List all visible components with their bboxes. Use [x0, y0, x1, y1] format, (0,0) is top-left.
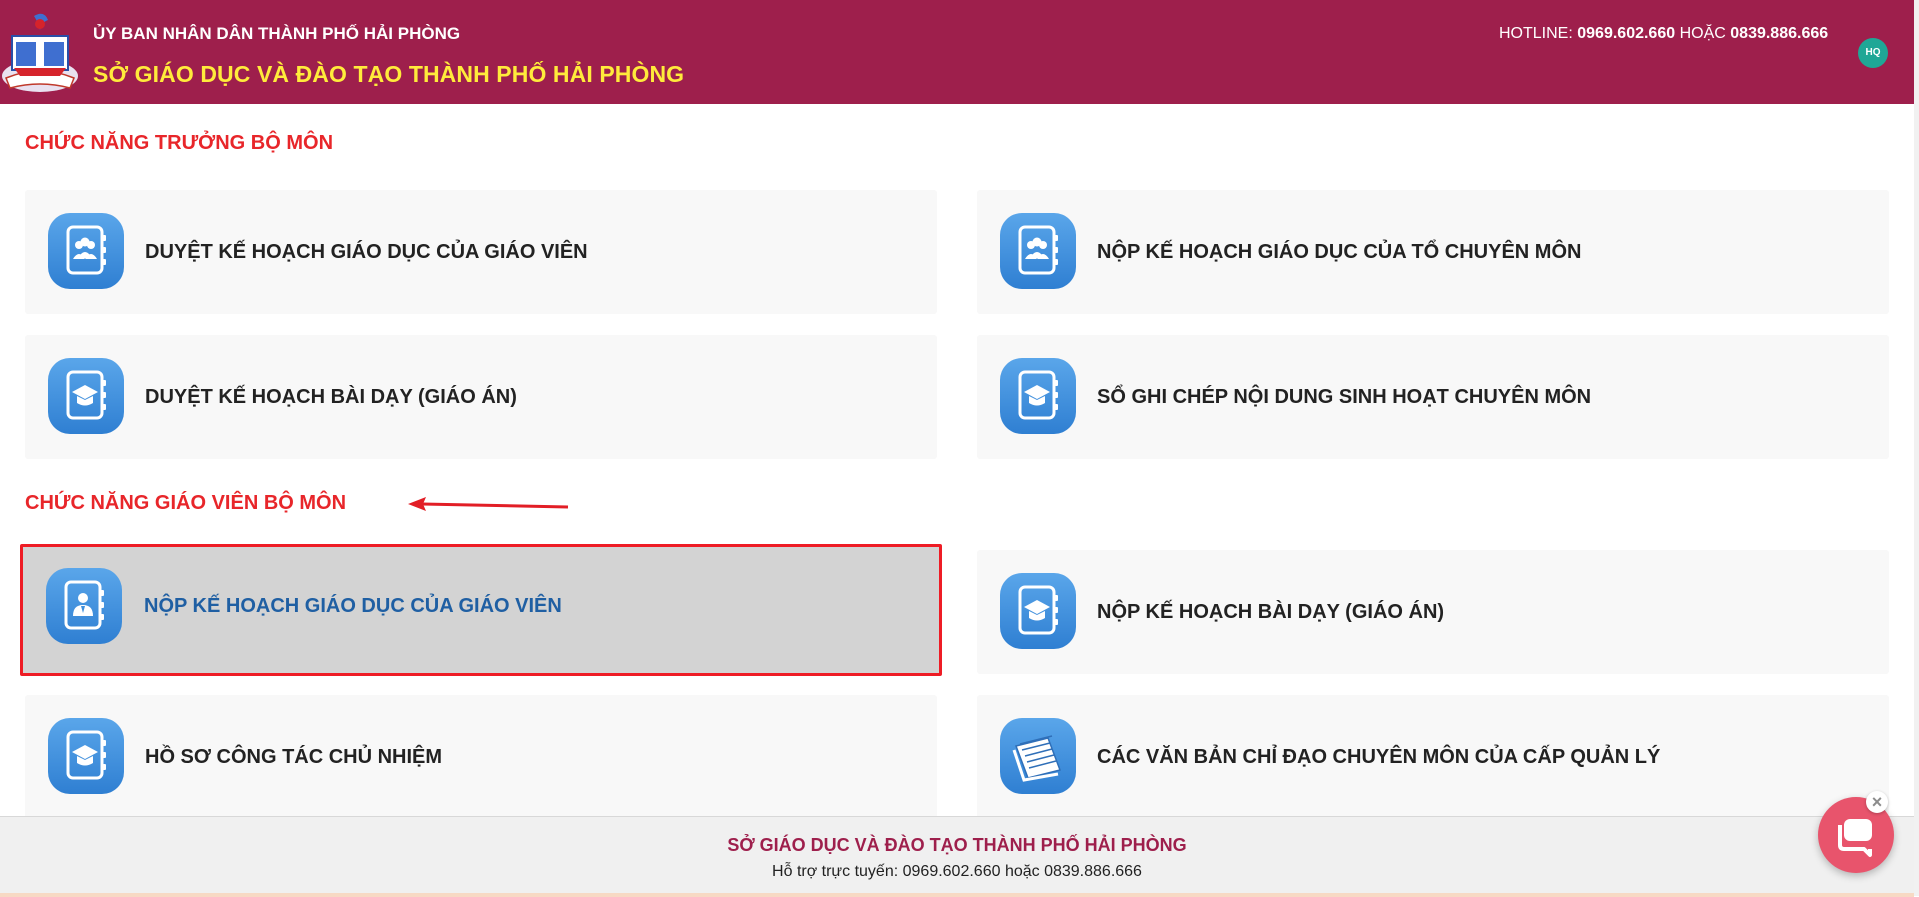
page-scrollbar[interactable] [1914, 0, 1919, 896]
footer-support-line: Hỗ trợ trực tuyến: 0969.602.660 hoặc 083… [772, 863, 1142, 880]
people-notebook-icon [46, 211, 126, 291]
card-label: CÁC VĂN BẢN CHỈ ĐẠO CHUYÊN MÔN CỦA CẤP Q… [1097, 746, 1661, 768]
graduation-notebook-icon [998, 571, 1078, 651]
graduation-notebook-icon [46, 356, 126, 436]
department-title: SỞ GIÁO DỤC VÀ ĐÀO TẠO THÀNH PHỐ HẢI PHÒ… [93, 61, 685, 87]
graduation-notebook-icon [46, 716, 126, 796]
department-logo[interactable] [0, 6, 80, 96]
hotline-or: HOẶC [1679, 25, 1726, 42]
user-avatar[interactable]: HQ [1858, 38, 1888, 68]
footer-strip [0, 893, 1914, 897]
card-professional-activity-log[interactable]: SỔ GHI CHÉP NỘI DUNG SINH HOẠT CHUYÊN MÔ… [977, 335, 1889, 459]
org-name: ỦY BAN NHÂN DÂN THÀNH PHỐ HẢI PHÒNG [93, 24, 461, 43]
page-footer: SỞ GIÁO DỤC VÀ ĐÀO TẠO THÀNH PHỐ HẢI PHÒ… [0, 816, 1914, 897]
card-approve-teacher-education-plan[interactable]: DUYỆT KẾ HOẠCH GIÁO DỤC CỦA GIÁO VIÊN [25, 190, 937, 314]
card-homeroom-records[interactable]: HỒ SƠ CÔNG TÁC CHỦ NHIỆM [25, 695, 937, 819]
hotline-number-2: 0839.886.666 [1730, 25, 1829, 42]
card-label: SỔ GHI CHÉP NỘI DUNG SINH HOẠT CHUYÊN MÔ… [1097, 386, 1592, 408]
card-submit-lesson-plan[interactable]: NỘP KẾ HOẠCH BÀI DẠY (GIÁO ÁN) [977, 550, 1889, 674]
section-title-subject-teacher: CHỨC NĂNG GIÁO VIÊN BỘ MÔN [25, 492, 347, 514]
card-submit-department-education-plan[interactable]: NỘP KẾ HOẠCH GIÁO DỤC CỦA TỔ CHUYÊN MÔN [977, 190, 1889, 314]
card-label: NỘP KẾ HOẠCH GIÁO DỤC CỦA GIÁO VIÊN [144, 595, 562, 617]
hotline-label: HOTLINE: [1499, 25, 1573, 42]
card-submit-teacher-education-plan[interactable]: NỘP KẾ HOẠCH GIÁO DỤC CỦA GIÁO VIÊN [20, 544, 942, 676]
graduation-notebook-icon [998, 356, 1078, 436]
card-label: HỒ SƠ CÔNG TÁC CHỦ NHIỆM [145, 746, 443, 768]
card-management-directive-documents[interactable]: CÁC VĂN BẢN CHỈ ĐẠO CHUYÊN MÔN CỦA CẤP Q… [977, 695, 1889, 819]
card-label: DUYỆT KẾ HOẠCH GIÁO DỤC CỦA GIÁO VIÊN [145, 241, 588, 263]
close-icon[interactable]: × [1866, 791, 1888, 813]
card-label: DUYỆT KẾ HOẠCH BÀI DẠY (GIÁO ÁN) [145, 386, 517, 408]
documents-icon [1000, 718, 1076, 794]
top-header: ỦY BAN NHÂN DÂN THÀNH PHỐ HẢI PHÒNG SỞ G… [0, 0, 1914, 104]
hotline-number-1: 0969.602.660 [1577, 25, 1676, 42]
section-title-head-of-department: CHỨC NĂNG TRƯỞNG BỘ MÔN [25, 132, 334, 154]
card-approve-lesson-plan[interactable]: DUYỆT KẾ HOẠCH BÀI DẠY (GIÁO ÁN) [25, 335, 937, 459]
annotation-arrow [408, 497, 569, 511]
footer-title: SỞ GIÁO DỤC VÀ ĐÀO TẠO THÀNH PHỐ HẢI PHÒ… [727, 835, 1187, 855]
hotline-info: HOTLINE: 0969.602.660 HOẶC 0839.886.666 [1499, 25, 1828, 43]
card-label: NỘP KẾ HOẠCH BÀI DẠY (GIÁO ÁN) [1097, 601, 1445, 623]
people-notebook-icon [998, 211, 1078, 291]
card-label: NỘP KẾ HOẠCH GIÁO DỤC CỦA TỔ CHUYÊN MÔN [1097, 241, 1582, 263]
teacher-notebook-icon [44, 566, 124, 646]
